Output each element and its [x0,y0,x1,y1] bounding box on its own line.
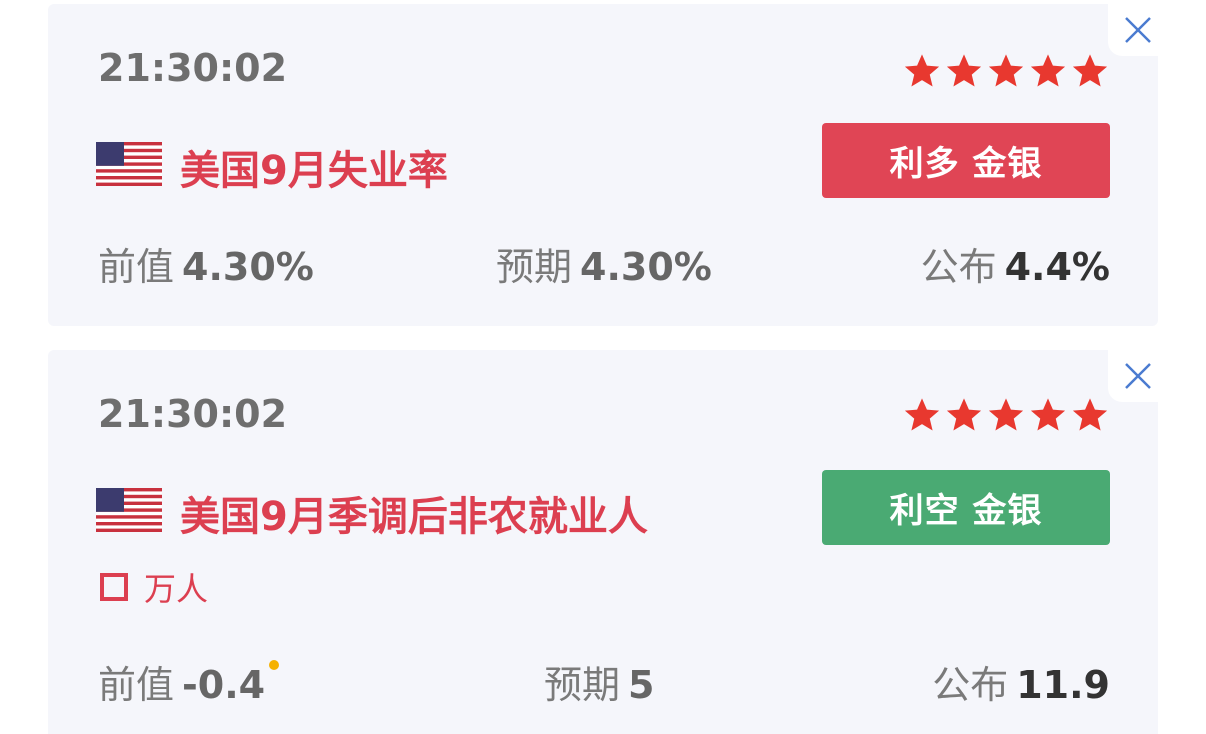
previous-number: -0.4 [182,663,266,707]
star-icon [1030,398,1066,431]
revised-dot-icon [269,660,280,670]
importance-stars [902,396,1110,434]
close-icon [1125,17,1151,43]
unit-row: 万人 [100,564,208,610]
unit-label: 万人 [144,570,209,608]
actual-number: 11.9 [1016,663,1110,707]
star-icon [988,398,1024,431]
importance-stars [902,52,1110,90]
star-icon [904,54,940,87]
impact-badge: 利多 金银 [822,123,1110,198]
star-icon [1072,54,1108,87]
actual-value: 公布 4.4% [921,236,1110,291]
event-title[interactable]: 美国9月季调后非农就业人 [180,484,648,542]
square-outline-icon [100,573,128,601]
forecast-value: 预期 4.30% [496,236,712,291]
actual-number: 4.4% [1004,245,1110,289]
impact-badge: 利空 金银 [822,470,1110,545]
previous-number: 4.30% [182,245,314,289]
event-card[interactable]: 21:30:02 美国9月季调后非农就业人 利空 金银 万人 前值 -0.4 预期… [48,350,1168,734]
us-flag-icon [96,488,162,532]
event-time: 21:30:02 [98,392,288,436]
star-icon [1072,398,1108,431]
actual-label: 公布 [932,663,1009,707]
previous-value: 前值 4.30% [98,236,314,291]
star-icon [946,398,982,431]
forecast-value: 预期 5 [544,654,654,709]
star-icon [988,54,1024,87]
forecast-label: 预期 [544,663,621,707]
forecast-number: 4.30% [580,245,712,289]
forecast-label: 预期 [496,245,573,289]
previous-value: 前值 -0.4 [98,654,280,709]
actual-label: 公布 [920,245,997,289]
star-icon [904,398,940,431]
previous-label: 前值 [98,245,175,289]
close-button[interactable] [1108,350,1168,402]
us-flag-icon [96,142,162,186]
actual-value: 公布 11.9 [932,654,1110,709]
event-card[interactable]: 21:30:02 美国9月失业率 利多 金银 前值 4.30% 预期 4.30% 公… [48,4,1168,326]
forecast-number: 5 [628,663,655,707]
previous-label: 前值 [98,663,175,707]
event-time: 21:30:02 [98,46,288,90]
star-icon [946,54,982,87]
close-button[interactable] [1108,4,1168,56]
close-icon [1125,363,1151,389]
star-icon [1030,54,1066,87]
event-title[interactable]: 美国9月失业率 [180,138,448,196]
